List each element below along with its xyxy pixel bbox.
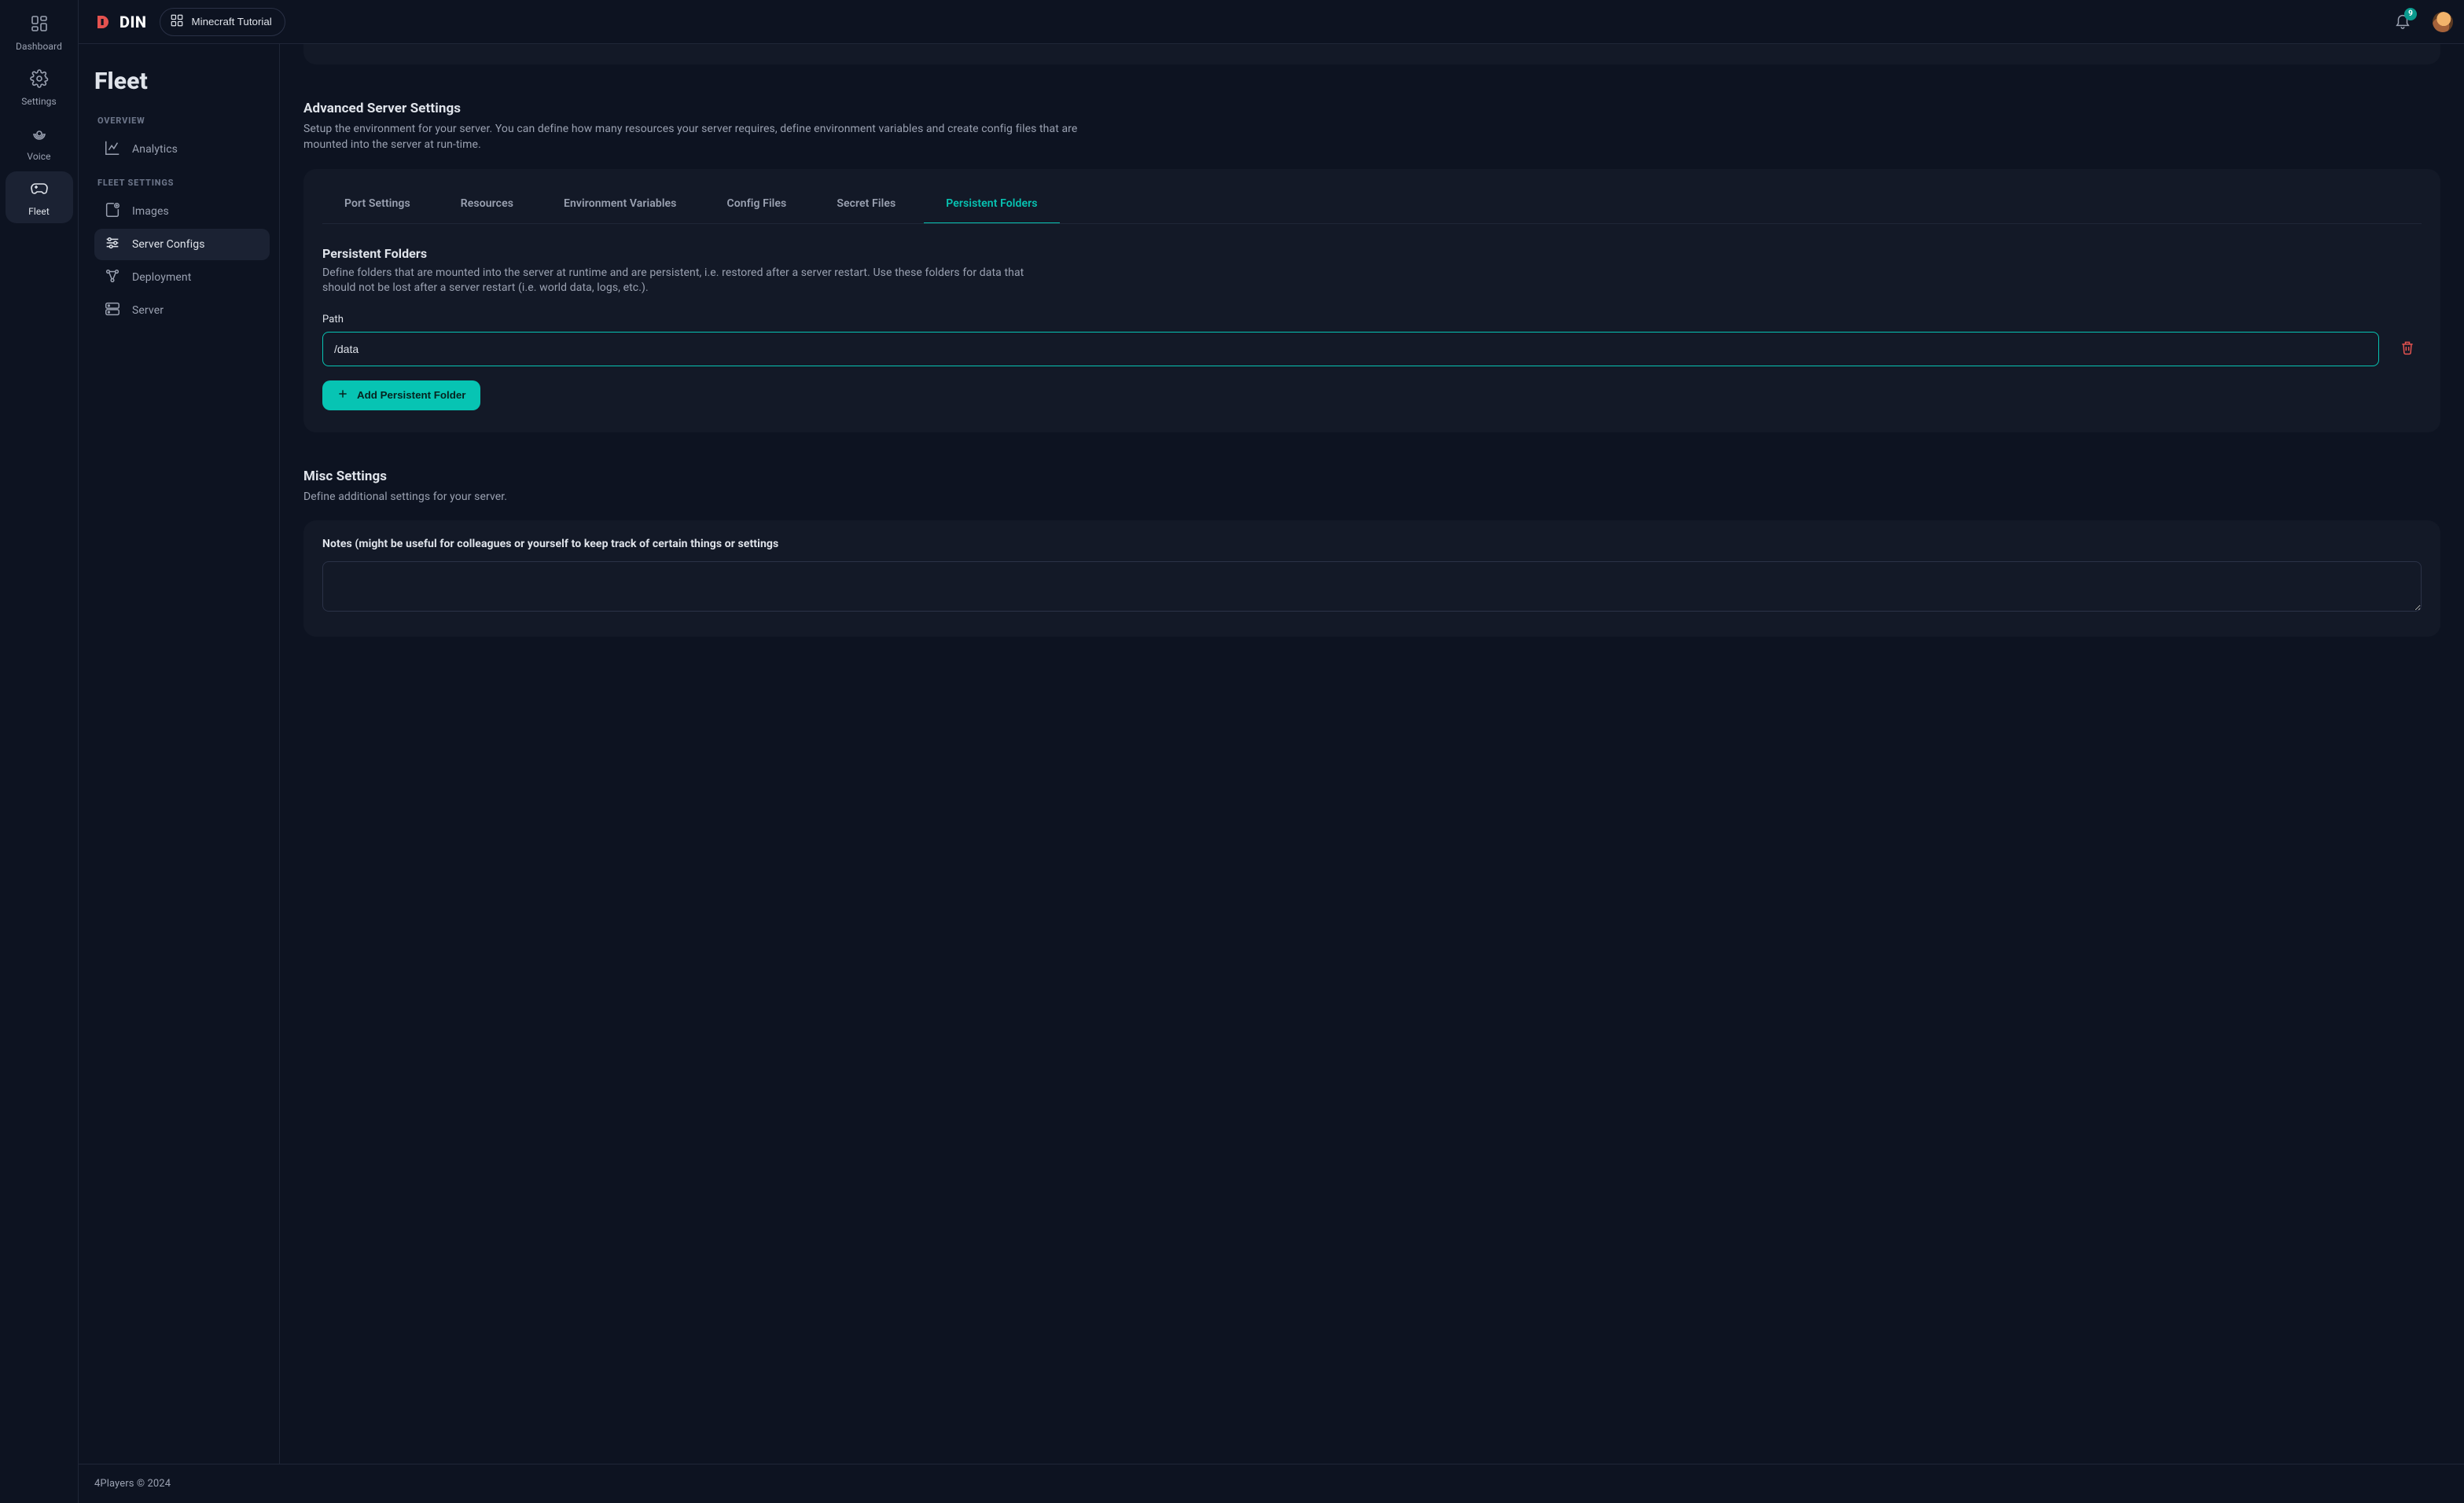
gamepad-icon — [30, 179, 49, 201]
tabs: Port Settings Resources Environment Vari… — [322, 186, 2422, 224]
page-title: Fleet — [94, 68, 270, 95]
advanced-desc: Setup the environment for your server. Y… — [303, 121, 1105, 153]
tab-persistent-folders[interactable]: Persistent Folders — [924, 186, 1059, 224]
app-chip-label: Minecraft Tutorial — [192, 16, 272, 28]
tab-secret-files[interactable]: Secret Files — [815, 186, 918, 224]
tab-port-settings[interactable]: Port Settings — [322, 186, 432, 224]
body: Fleet OVERVIEW Analytics FLEET SETTINGS … — [79, 44, 2464, 1464]
side-group-label-overview: OVERVIEW — [97, 116, 267, 126]
voice-icon — [30, 124, 49, 146]
notes-label: Notes (might be useful for colleagues or… — [322, 538, 2422, 550]
notifications-badge: 9 — [2404, 8, 2417, 20]
rail-item-voice[interactable]: Voice — [6, 116, 73, 168]
rail-item-label: Dashboard — [16, 41, 62, 52]
sidebar-item-label: Server Configs — [132, 238, 205, 251]
delete-path-button[interactable] — [2393, 335, 2422, 363]
advanced-title: Advanced Server Settings — [303, 101, 2440, 116]
sidebar-item-images[interactable]: Images — [94, 196, 270, 227]
left-rail: Dashboard Settings Voice Fleet — [0, 0, 79, 1503]
side-group-label-fleet-settings: FLEET SETTINGS — [97, 178, 267, 188]
footer-copyright: 4Players © 2024 — [94, 1478, 171, 1490]
server-icon — [104, 300, 121, 321]
rail-item-label: Settings — [21, 96, 57, 107]
misc-desc: Define additional settings for your serv… — [303, 489, 1105, 505]
tab-config-files[interactable]: Config Files — [705, 186, 809, 224]
path-input[interactable] — [322, 332, 2379, 366]
plus-icon — [337, 388, 349, 402]
rail-item-fleet[interactable]: Fleet — [6, 171, 73, 223]
path-label: Path — [322, 314, 2422, 325]
main-content[interactable]: Advanced Server Settings Setup the envir… — [280, 44, 2464, 1464]
add-persistent-folder-button[interactable]: Add Persistent Folder — [322, 380, 480, 410]
rail-item-settings[interactable]: Settings — [6, 61, 73, 113]
tab-env-variables[interactable]: Environment Variables — [542, 186, 699, 224]
rail-item-label: Voice — [27, 151, 50, 162]
sidebar-item-label: Images — [132, 205, 169, 218]
persistent-title: Persistent Folders — [322, 246, 2422, 261]
footer: 4Players © 2024 — [79, 1464, 2464, 1503]
add-persistent-folder-label: Add Persistent Folder — [357, 389, 466, 401]
gear-icon — [30, 69, 49, 91]
misc-title: Misc Settings — [303, 469, 2440, 484]
sliders-icon — [104, 234, 121, 255]
sidebar-item-server[interactable]: Server — [94, 295, 270, 326]
app-selector-chip[interactable]: Minecraft Tutorial — [160, 8, 285, 36]
tab-resources[interactable]: Resources — [439, 186, 535, 224]
rail-item-dashboard[interactable]: Dashboard — [6, 6, 73, 58]
deploy-icon — [104, 267, 121, 288]
sidebar-item-label: Analytics — [132, 143, 178, 156]
sidebar-item-label: Deployment — [132, 271, 191, 284]
sidebar-item-server-configs[interactable]: Server Configs — [94, 229, 270, 260]
brand-name: DIN — [120, 13, 147, 31]
path-row — [322, 332, 2422, 366]
brand[interactable]: DIN — [94, 13, 147, 31]
sidebar: Fleet OVERVIEW Analytics FLEET SETTINGS … — [79, 44, 280, 1464]
sidebar-item-analytics[interactable]: Analytics — [94, 134, 270, 165]
avatar[interactable] — [2433, 12, 2453, 32]
sidebar-item-deployment[interactable]: Deployment — [94, 262, 270, 293]
rail-item-label: Fleet — [28, 206, 50, 217]
dashboard-icon — [30, 14, 49, 36]
previous-card-sliver — [303, 44, 2440, 64]
persistent-desc: Define folders that are mounted into the… — [322, 266, 1046, 296]
misc-card: Notes (might be useful for colleagues or… — [303, 520, 2440, 637]
topbar: DIN Minecraft Tutorial 9 — [79, 0, 2464, 44]
trash-icon — [2400, 340, 2415, 358]
sidebar-item-label: Server — [132, 304, 164, 317]
apps-grid-icon — [170, 13, 184, 30]
brand-logo-icon — [94, 13, 113, 31]
image-add-icon — [104, 201, 121, 222]
notes-textarea[interactable] — [322, 561, 2422, 612]
advanced-card: Port Settings Resources Environment Vari… — [303, 169, 2440, 432]
analytics-icon — [104, 139, 121, 160]
notifications-button[interactable]: 9 — [2392, 11, 2414, 33]
app-column: DIN Minecraft Tutorial 9 Fleet OVERVIEW — [79, 0, 2464, 1503]
